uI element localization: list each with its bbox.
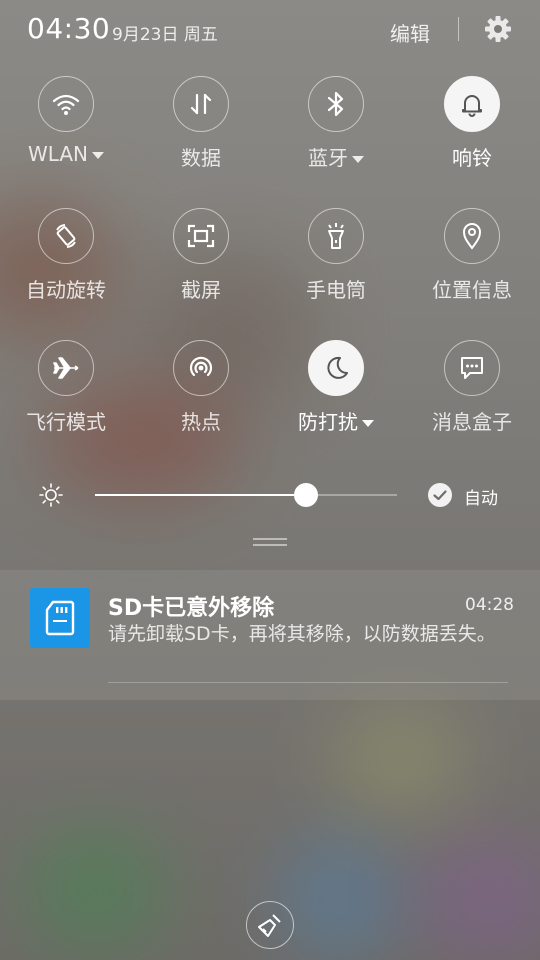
auto-brightness-check-icon[interactable] <box>428 483 452 507</box>
auto-brightness-label[interactable]: 自动 <box>464 484 498 509</box>
brightness-control: 自动 <box>0 470 540 520</box>
dropdown-caret-icon <box>352 156 364 163</box>
tile-wlan[interactable]: WLAN <box>6 76 126 188</box>
message-box-icon <box>444 340 500 396</box>
tile-bluetooth[interactable]: 蓝牙 <box>276 76 396 188</box>
notification-divider <box>108 682 508 683</box>
tile-airplane[interactable]: 飞行模式 <box>6 340 126 452</box>
tile-hotspot[interactable]: 热点 <box>141 340 261 452</box>
date-text: 9月23日 周五 <box>112 25 218 45</box>
wifi-icon <box>38 76 94 132</box>
sd-card-icon <box>30 588 90 648</box>
screenshot-icon <box>173 208 229 264</box>
notification-time: 04:28 <box>465 595 514 615</box>
tile-do-not-disturb[interactable]: 防打扰 <box>276 340 396 452</box>
tile-screenshot[interactable]: 截屏 <box>141 208 261 320</box>
auto-rotate-icon <box>38 208 94 264</box>
brightness-slider[interactable] <box>95 483 397 507</box>
bluetooth-icon <box>308 76 364 132</box>
tile-label: 飞行模式 <box>26 410 106 434</box>
tile-flashlight[interactable]: 手电筒 <box>276 208 396 320</box>
dropdown-caret-icon <box>362 420 374 427</box>
tile-message-box[interactable]: 消息盒子 <box>412 340 532 452</box>
edit-button[interactable]: 编辑 <box>390 18 430 47</box>
moon-icon <box>308 340 364 396</box>
mobile-data-icon <box>173 76 229 132</box>
tile-label: 数据 <box>181 146 221 170</box>
location-icon <box>444 208 500 264</box>
tile-label: 位置信息 <box>432 278 512 302</box>
drag-handle-icon[interactable] <box>253 538 287 548</box>
tile-label: 截屏 <box>181 278 221 302</box>
tile-label: 消息盒子 <box>432 410 512 434</box>
flashlight-icon <box>308 208 364 264</box>
dropdown-caret-icon <box>92 152 105 159</box>
hotspot-icon <box>173 340 229 396</box>
status-header: 04:30 9月23日 周五 编辑 <box>0 0 540 58</box>
tile-label: 响铃 <box>452 146 492 170</box>
tile-auto-rotate[interactable]: 自动旋转 <box>6 208 126 320</box>
gear-icon[interactable] <box>482 13 514 45</box>
tile-location[interactable]: 位置信息 <box>412 208 532 320</box>
tile-label: 蓝牙 <box>276 142 396 171</box>
header-divider <box>458 17 459 41</box>
tile-mobile-data[interactable]: 数据 <box>141 76 261 188</box>
notification-title: SD卡已意外移除 <box>108 596 275 621</box>
tile-label: 自动旋转 <box>26 278 106 302</box>
tile-label: WLAN <box>6 142 126 166</box>
clear-all-broom-icon[interactable] <box>246 901 294 949</box>
brightness-sun-icon <box>38 482 64 508</box>
tile-label: 热点 <box>181 410 221 434</box>
tile-ring[interactable]: 响铃 <box>412 76 532 188</box>
notification-card[interactable]: SD卡已意外移除 04:28 请先卸载SD卡，再将其移除，以防数据丢失。 <box>0 570 540 700</box>
brightness-fill <box>95 494 307 496</box>
notification-text: 请先卸载SD卡，再将其移除，以防数据丢失。 <box>108 623 496 645</box>
bell-icon <box>444 76 500 132</box>
airplane-icon <box>38 340 94 396</box>
tile-label: 手电筒 <box>306 278 366 302</box>
clock-time: 04:30 <box>27 12 111 45</box>
tile-label: 防打扰 <box>276 406 396 435</box>
brightness-thumb[interactable] <box>294 483 319 507</box>
